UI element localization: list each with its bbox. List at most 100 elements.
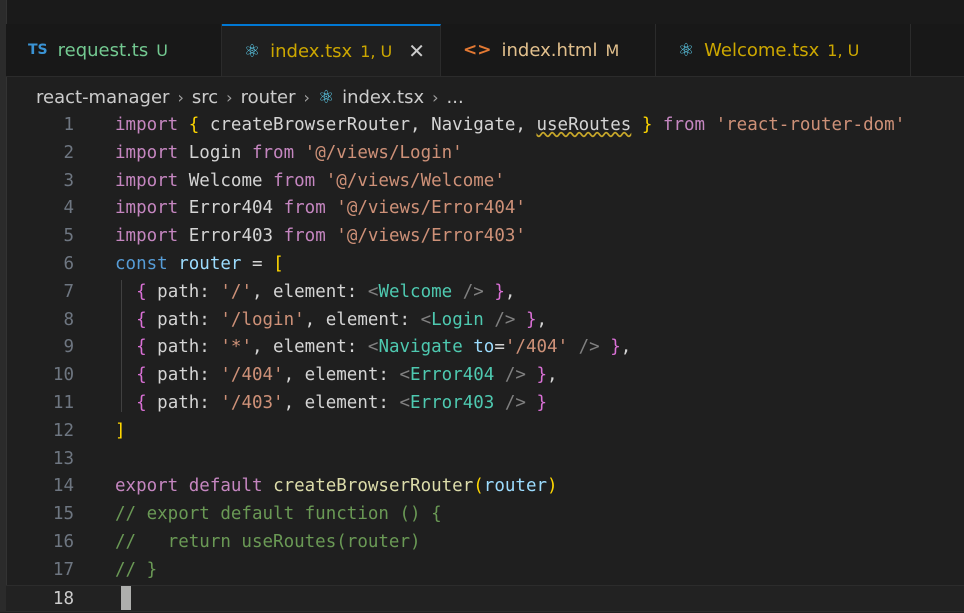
code-line[interactable]: 4 import Error404 from '@/views/Error404' (6, 195, 964, 223)
code-line[interactable]: 8 { path: '/login', element: <Login /> }… (6, 307, 964, 335)
code-line[interactable]: 9 { path: '*', element: <Navigate to='/4… (6, 334, 964, 362)
code-line[interactable]: 2 import Login from '@/views/Login' (6, 140, 964, 168)
code-token: , element: (283, 365, 400, 386)
chevron-right-icon: › (432, 87, 439, 107)
line-number: 11 (52, 393, 74, 413)
code-token: Error404 (410, 365, 495, 386)
chevron-right-icon: › (226, 87, 233, 107)
code-line[interactable]: 15 // export default function () { (6, 501, 964, 529)
code-token: from (283, 198, 337, 219)
code-line[interactable]: 12] (6, 418, 964, 446)
line-number: 9 (63, 337, 74, 358)
breadcrumb-item-file[interactable]: index.tsx (342, 87, 424, 108)
react-file-icon: ⚛ (244, 40, 261, 62)
code-text: import Welcome from '@/views/Welcome' (115, 168, 505, 196)
tab-index-html[interactable]: <> index.html M (441, 24, 656, 76)
code-token: } (515, 309, 537, 330)
code-line[interactable]: 6 const router = [ (6, 251, 964, 279)
indent-guide (121, 280, 122, 412)
line-number: 15 (52, 504, 74, 525)
editor-tab-bar: TS request.ts U ⚛ index.tsx 1, U ✕ <> in… (6, 24, 964, 77)
line-number: 18 (52, 588, 74, 609)
code-text: { path: '/', element: <Welcome /> }, (115, 279, 515, 307)
tab-welcome-tsx[interactable]: ⚛ Welcome.tsx 1, U (656, 24, 911, 76)
code-editor[interactable]: 18 17// } 16// return useRoutes(router) 15 /… (6, 112, 964, 613)
tab-request-ts[interactable]: TS request.ts U (6, 24, 222, 76)
code-token: Welcome (188, 170, 274, 191)
code-token: < (399, 393, 411, 413)
code-line[interactable]: 5 import Error403 from '@/views/Error403' (6, 223, 964, 251)
breadcrumb-item-router[interactable]: router (241, 87, 296, 108)
code-line[interactable]: 7 { path: '/', element: <Welcome /> }, (6, 279, 964, 307)
code-token: '/403' (220, 393, 284, 413)
line-number: 7 (63, 281, 74, 302)
line-number: 12 (52, 420, 74, 441)
tab-index-tsx[interactable]: ⚛ index.tsx 1, U ✕ (222, 24, 441, 76)
code-token: Login (188, 142, 252, 163)
code-token: path: (157, 365, 221, 386)
tab-label: index.html (501, 39, 598, 61)
code-token: // return useRoutes(router) (115, 532, 421, 552)
code-token: } (631, 115, 663, 135)
code-line[interactable]: 1 import { createBrowserRouter, Navigate,… (6, 112, 964, 140)
code-line[interactable]: 16 // return useRoutes(router) (6, 529, 964, 557)
code-line[interactable]: 10 { path: '/404', element: <Error404 />… (6, 362, 964, 390)
code-token: to (473, 337, 495, 358)
breadcrumb-item-src[interactable]: src (192, 87, 218, 108)
code-token: /> (494, 393, 526, 413)
code-token: '@/views/Welcome' (325, 170, 505, 191)
code-token: } (599, 337, 621, 358)
code-token: < (399, 365, 411, 386)
code-text: { path: '/login', element: <Login /> }, (115, 307, 547, 335)
code-token: /> (568, 337, 600, 358)
code-token: '*' (220, 337, 252, 358)
code-token: Login (431, 309, 484, 330)
code-token: import (115, 115, 189, 135)
code-token: { (136, 281, 158, 302)
code-token: '/404' (504, 337, 569, 358)
code-token: path: (157, 281, 221, 302)
line-number: 2 (63, 142, 74, 163)
code-token: router (178, 254, 252, 274)
code-line[interactable]: 13 (6, 446, 964, 474)
code-token: import (115, 226, 189, 247)
code-token: Error403 (188, 226, 284, 247)
code-token: from (273, 170, 326, 191)
code-text: import Login from '@/views/Login' (115, 140, 463, 168)
code-token: export (115, 476, 189, 497)
code-token: < (420, 309, 432, 330)
line-number: 14 (52, 476, 74, 497)
code-token: Navigate (378, 337, 474, 358)
code-token: default (188, 476, 274, 497)
code-line[interactable]: 11 { path: '/403', element: <Error403 />… (6, 390, 964, 418)
code-token: 'react-router-dom' (715, 115, 906, 135)
line-number: 4 (63, 198, 74, 219)
code-line[interactable]: 3 import Welcome from '@/views/Welcome' (6, 168, 964, 196)
code-token: , (620, 337, 632, 358)
code-token: = (494, 337, 505, 358)
tab-label: index.tsx (270, 40, 353, 62)
code-token: // } (115, 559, 158, 580)
line-number: 3 (63, 170, 74, 191)
code-token: // export default function () { (115, 504, 442, 525)
code-line[interactable]: 18 (6, 584, 964, 613)
close-icon[interactable]: ✕ (408, 39, 425, 63)
breadcrumb-item-symbols[interactable]: ... (447, 87, 464, 108)
code-token: from (662, 115, 716, 135)
code-token: import (115, 170, 189, 191)
code-text: const router = [ (115, 251, 284, 279)
line-number: 6 (63, 254, 74, 274)
code-text: // return useRoutes(router) (115, 529, 421, 557)
code-token: Error404 (188, 198, 284, 219)
line-number: 8 (63, 309, 74, 330)
code-token: '/login' (220, 309, 305, 330)
code-token: = (251, 254, 274, 274)
code-text: import Error404 from '@/views/Error404' (115, 195, 526, 223)
breadcrumb-item-react-manager[interactable]: react-manager (36, 87, 169, 108)
code-line[interactable]: 17 // } (6, 557, 964, 585)
react-file-icon: ⚛ (678, 39, 695, 61)
code-line[interactable]: 14 export default createBrowserRouter(rou… (6, 473, 964, 501)
